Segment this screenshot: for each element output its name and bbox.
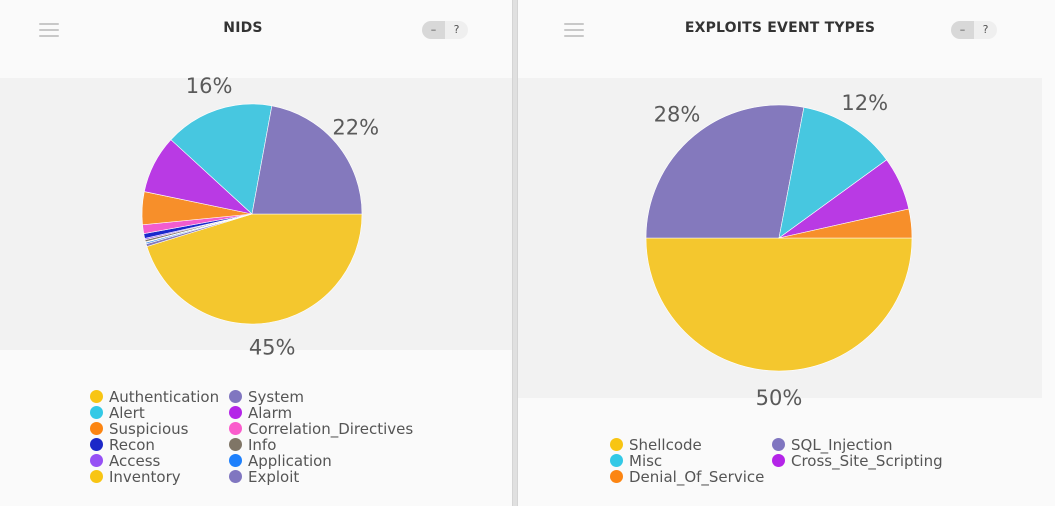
- legend-item-shellcode[interactable]: Shellcode: [610, 437, 702, 453]
- data-label-authentication: 45%: [249, 335, 296, 359]
- legend-item-misc[interactable]: Misc: [610, 453, 662, 469]
- legend-label: Cross_Site_Scripting: [791, 452, 943, 470]
- legend-item-inventory[interactable]: Inventory: [90, 469, 181, 485]
- legend-label: Denial_Of_Service: [629, 468, 765, 486]
- legend-dot-icon: [229, 454, 242, 467]
- data-label-shellcode: 50%: [756, 386, 803, 410]
- legend-dot-icon: [610, 470, 623, 483]
- data-label-alert: 16%: [186, 74, 233, 98]
- legend-label: Inventory: [109, 468, 181, 486]
- legend-dot-icon: [610, 438, 623, 451]
- legend-item-application[interactable]: Application: [229, 453, 332, 469]
- exploits-pie-chart: 50% 28% 12%: [645, 91, 913, 410]
- legend-dot-icon: [229, 470, 242, 483]
- legend-item-access[interactable]: Access: [90, 453, 160, 469]
- legend-dot-icon: [229, 406, 242, 419]
- data-label-sql-injection: 28%: [654, 103, 701, 127]
- legend-item-authentication[interactable]: Authentication: [90, 389, 219, 405]
- legend-item-info[interactable]: Info: [229, 437, 276, 453]
- legend-dot-icon: [90, 438, 103, 451]
- legend-item-denial-of-service[interactable]: Denial_Of_Service: [610, 469, 764, 485]
- legend-item-recon[interactable]: Recon: [90, 437, 155, 453]
- legend-item-cross-site-scripting[interactable]: Cross_Site_Scripting: [772, 453, 943, 469]
- legend-dot-icon: [229, 438, 242, 451]
- legend-item-exploit[interactable]: Exploit: [229, 469, 299, 485]
- legend-dot-icon: [90, 454, 103, 467]
- legend-dot-icon: [772, 454, 785, 467]
- legend-dot-icon: [90, 470, 103, 483]
- nids-panel: NIDS – ? 45% 22% 16% Authentication System A…: [0, 0, 512, 506]
- legend-dot-icon: [90, 406, 103, 419]
- legend-dot-icon: [90, 390, 103, 403]
- legend-item-sql-injection[interactable]: SQL_Injection: [772, 437, 893, 453]
- legend-dot-icon: [90, 422, 103, 435]
- legend-item-correlation-directives[interactable]: Correlation_Directives: [229, 421, 413, 437]
- legend-dot-icon: [610, 454, 623, 467]
- legend-dot-icon: [772, 438, 785, 451]
- legend-dot-icon: [229, 390, 242, 403]
- legend-item-alarm[interactable]: Alarm: [229, 405, 292, 421]
- legend-label: Exploit: [248, 468, 300, 486]
- exploits-panel: EXPLOITS EVENT TYPES – ? 50% 28% 12% Shell…: [518, 0, 1055, 506]
- legend-item-alert[interactable]: Alert: [90, 405, 145, 421]
- data-label-system: 22%: [332, 116, 379, 140]
- data-label-misc: 12%: [841, 91, 888, 115]
- legend-dot-icon: [229, 422, 242, 435]
- legend-item-suspicious[interactable]: Suspicious: [90, 421, 188, 437]
- legend-item-system[interactable]: System: [229, 389, 304, 405]
- pie-slice-shellcode[interactable]: [645, 237, 913, 372]
